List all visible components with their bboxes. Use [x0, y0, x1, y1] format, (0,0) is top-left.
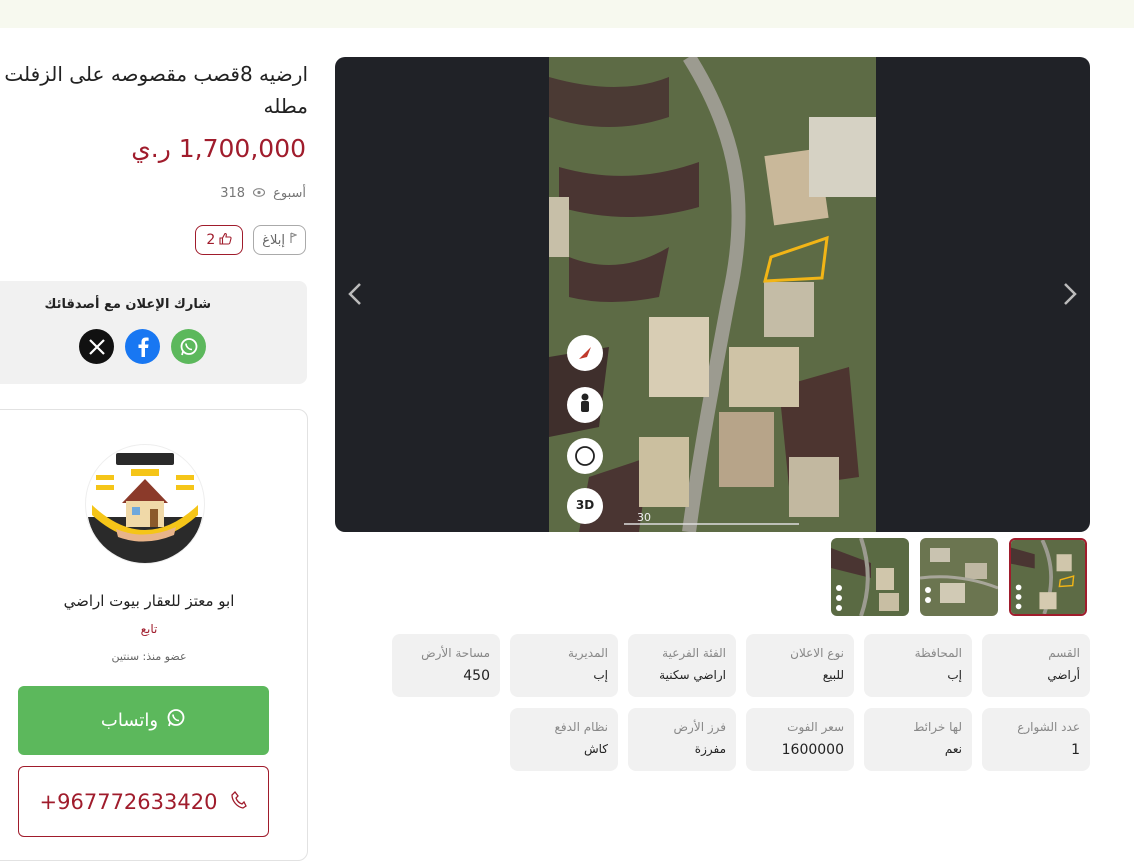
whatsapp-share-icon[interactable]: [171, 329, 206, 364]
spec-label: المحافظة: [914, 646, 962, 660]
thumbnail[interactable]: [920, 538, 998, 616]
spec-value: إب: [593, 668, 608, 682]
spec-land-area: مساحة الأرض 450: [392, 634, 500, 697]
listing-age: أسبوع: [273, 186, 306, 201]
spec-label: نوع الاعلان: [790, 646, 844, 660]
seller-logo[interactable]: [85, 444, 205, 564]
listing-actions: إبلاغ 2: [195, 225, 306, 255]
member-since: عضو منذ: سنتين: [111, 650, 187, 663]
spec-value: كاش: [583, 742, 608, 756]
spec-label: سعر الفوت: [787, 720, 844, 734]
spec-value: اراضي سكنية: [659, 668, 726, 682]
spec-streets-count: عدد الشوارع 1: [982, 708, 1090, 771]
spec-payment: نظام الدفع كاش: [510, 708, 618, 771]
chevron-right-icon: [1064, 283, 1077, 305]
facebook-share-icon[interactable]: [125, 329, 160, 364]
next-arrow[interactable]: [1055, 279, 1085, 309]
flag-icon: [289, 232, 298, 248]
seller-card: ابو معتز للعقار بيوت اراضي تابع عضو منذ:…: [0, 409, 308, 861]
listing-title-line2: مطله: [263, 94, 308, 118]
spec-has-maps: لها خرائط نعم: [864, 708, 972, 771]
spec-label: مساحة الأرض: [421, 646, 490, 660]
image-gallery[interactable]: 3D 30: [335, 57, 1090, 532]
spec-value: 1: [1071, 742, 1080, 758]
thumbnail-active[interactable]: [1009, 538, 1087, 616]
map-3d-label[interactable]: 3D: [570, 498, 600, 512]
listing-title-line1: ارضيه 8قصب مقصوصه على الزفلت: [4, 62, 308, 86]
x-share-icon[interactable]: [79, 329, 114, 364]
spec-label: المديرية: [568, 646, 608, 660]
like-button[interactable]: 2: [195, 225, 244, 255]
whatsapp-icon: [166, 708, 186, 733]
thumbnail-strip: [831, 538, 1087, 616]
spec-label: فرز الأرض: [673, 720, 726, 734]
main-photo[interactable]: 3D 30: [549, 57, 876, 532]
share-title: شارك الإعلان مع أصدقائك: [44, 297, 211, 312]
spec-ad-type: نوع الاعلان للبيع: [746, 634, 854, 697]
spec-category: القسم أراضي: [982, 634, 1090, 697]
spec-label: نظام الدفع: [554, 720, 609, 734]
share-box: شارك الإعلان مع أصدقائك: [0, 281, 307, 384]
share-icons: [79, 329, 206, 364]
spec-subcategory: الفئة الفرعية اراضي سكنية: [628, 634, 736, 697]
chevron-left-icon: [348, 283, 361, 305]
view-count: 318: [220, 186, 246, 201]
spec-label: الفئة الفرعية: [662, 646, 726, 660]
phone-button[interactable]: +967772633420: [18, 766, 269, 837]
prev-arrow[interactable]: [340, 279, 370, 309]
spec-value: 450: [463, 668, 490, 684]
spec-value: 1600000: [781, 742, 844, 758]
phone-icon: [231, 790, 248, 814]
spec-label: القسم: [1048, 646, 1080, 660]
listing-title: ارضيه 8قصب مقصوصه على الزفلت مطله: [0, 58, 308, 122]
spec-value: أراضي: [1047, 668, 1080, 682]
thumbnail[interactable]: [831, 538, 909, 616]
spec-governorate: المحافظة إب: [864, 634, 972, 697]
spec-label: لها خرائط: [913, 720, 962, 734]
report-button[interactable]: إبلاغ: [253, 225, 306, 255]
listing-price: 1,700,000 ر.ي: [131, 134, 306, 163]
eye-icon: [252, 186, 266, 201]
spec-value: إب: [947, 668, 962, 682]
listing-stats: أسبوع 318: [220, 186, 306, 201]
spec-foot-price: سعر الفوت 1600000: [746, 708, 854, 771]
seller-name[interactable]: ابو معتز للعقار بيوت اراضي: [0, 592, 307, 610]
report-label: إبلاغ: [262, 232, 285, 248]
top-bar: [0, 0, 1134, 28]
whatsapp-button[interactable]: واتساب: [18, 686, 269, 755]
like-count: 2: [206, 232, 216, 248]
phone-number: +967772633420: [39, 789, 218, 814]
spec-directorate: المديرية إب: [510, 634, 618, 697]
spec-value: مفرزة: [694, 742, 726, 756]
spec-land-sorting: فرز الأرض مفرزة: [628, 708, 736, 771]
thumbs-up-icon: [219, 232, 232, 249]
whatsapp-label: واتساب: [100, 710, 159, 731]
follow-link[interactable]: تابع: [0, 622, 307, 636]
spec-label: عدد الشوارع: [1017, 720, 1080, 734]
map-scale-label: 30: [637, 511, 651, 524]
spec-value: للبيع: [822, 668, 844, 682]
spec-value: نعم: [944, 742, 962, 756]
